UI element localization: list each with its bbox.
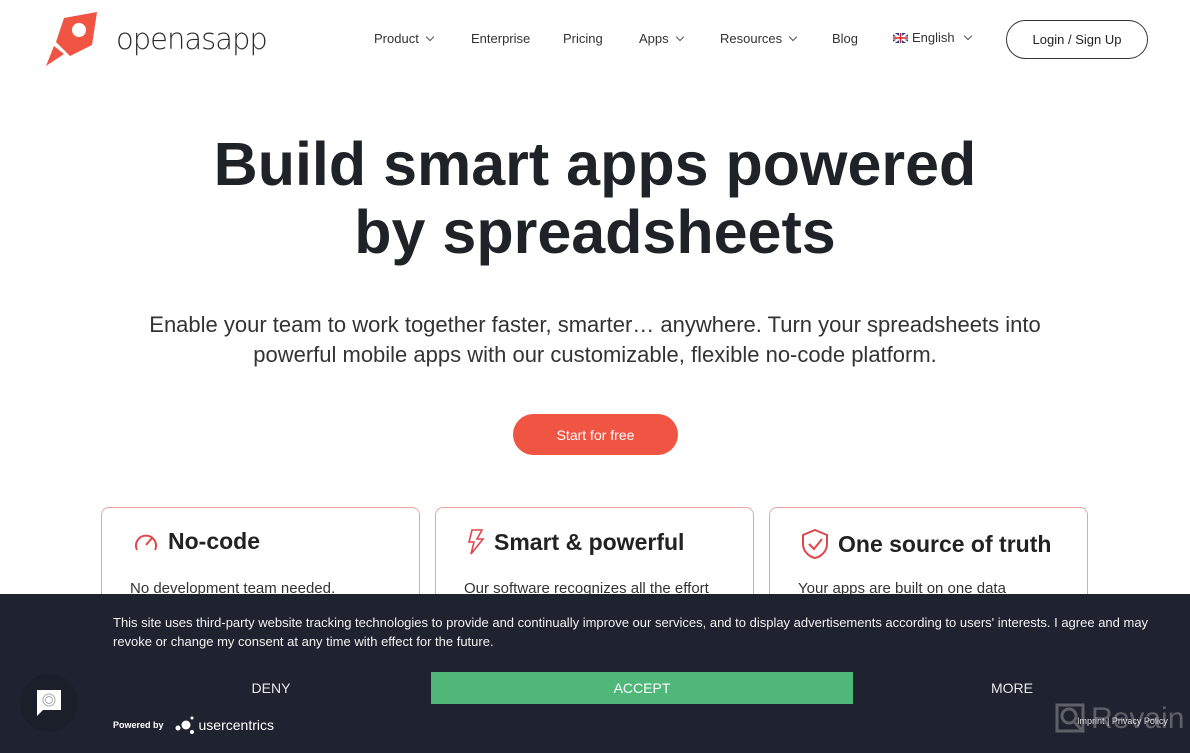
powered-by: Powered by usercentrics <box>113 716 274 734</box>
logo[interactable]: openasapp <box>42 10 268 68</box>
usercentrics-logo[interactable]: usercentrics <box>174 716 274 734</box>
cookie-text: This site uses third-party website track… <box>113 615 1149 649</box>
language-selector[interactable]: English <box>893 30 972 45</box>
rocket-logo-icon <box>46 12 97 66</box>
chevron-down-icon <box>425 32 435 41</box>
card-title: No-code <box>168 528 260 554</box>
more-button[interactable]: MORE <box>801 672 1190 704</box>
nav-label: Enterprise <box>471 31 531 46</box>
provider-name: usercentrics <box>198 717 274 733</box>
uk-flag-icon <box>893 32 908 43</box>
nav-label: Pricing <box>563 31 603 46</box>
nav-resources[interactable]: Resources <box>720 31 798 46</box>
chevron-down-icon <box>788 32 798 41</box>
top-nav: openasapp Product Enterprise Pricing App… <box>0 0 1190 80</box>
nav-product[interactable]: Product <box>374 31 435 46</box>
hero-title: Build smart apps powered by spreadsheets <box>213 130 977 266</box>
nav-label: Apps <box>639 31 669 46</box>
logo-text: openasapp <box>116 22 268 56</box>
nav-label: Blog <box>832 31 859 46</box>
language-label: English <box>912 30 955 45</box>
hero-subtitle: Enable your team to work together faster… <box>149 312 1041 367</box>
nav-enterprise[interactable]: Enterprise <box>471 31 530 46</box>
nav-blog[interactable]: Blog <box>832 31 858 46</box>
nav-label: Resources <box>720 31 783 46</box>
card-title: Smart & powerful <box>494 528 685 555</box>
card-title: One source of truth <box>838 530 1052 557</box>
accept-button[interactable]: ACCEPT <box>431 672 853 704</box>
fingerprint-icon <box>37 690 61 716</box>
speedometer-icon <box>135 534 157 550</box>
chevron-down-icon <box>963 31 972 40</box>
cookie-consent-banner: This site uses third-party website track… <box>0 594 1190 753</box>
login-signup-button[interactable]: Login / Sign Up <box>1006 20 1148 59</box>
start-for-free-button[interactable]: Start for free <box>513 414 678 455</box>
usercentrics-dots-icon <box>175 716 194 734</box>
nav-label: Product <box>374 31 419 46</box>
shield-check-icon <box>802 528 828 560</box>
imprint-privacy-links[interactable]: Imprint | Privacy Policy <box>1077 716 1168 726</box>
chevron-down-icon <box>675 32 684 41</box>
nav-apps[interactable]: Apps <box>639 31 684 46</box>
lightning-icon <box>467 529 485 555</box>
nav-pricing[interactable]: Pricing <box>563 31 603 46</box>
deny-button[interactable]: DENY <box>60 672 482 704</box>
powered-by-label: Powered by <box>113 720 164 730</box>
